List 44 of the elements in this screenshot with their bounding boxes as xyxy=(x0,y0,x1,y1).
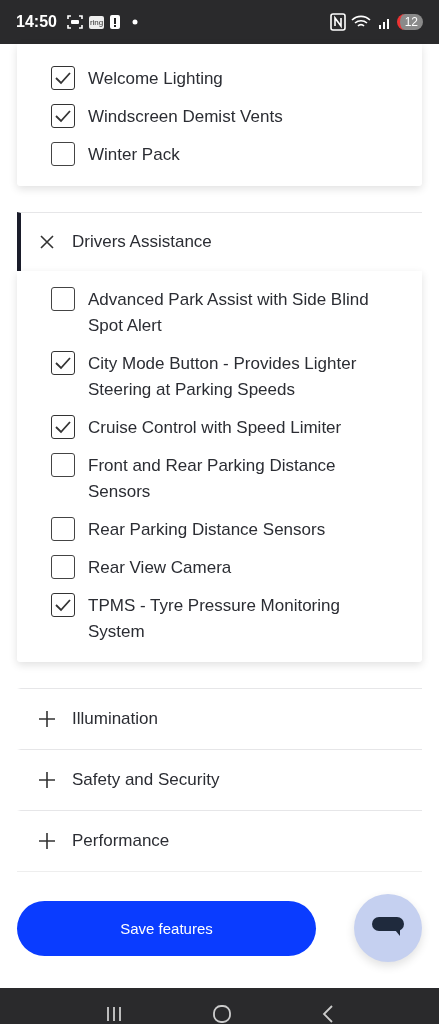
checkmark-icon xyxy=(54,356,72,370)
checkbox[interactable] xyxy=(51,351,75,375)
checkbox[interactable] xyxy=(51,104,75,128)
chat-button[interactable] xyxy=(354,894,422,962)
option-label: Front and Rear Parking Distance Sensors xyxy=(88,455,337,503)
checkmark-icon xyxy=(54,420,72,434)
section-header[interactable]: Illumination xyxy=(17,688,422,749)
section-header[interactable]: Safety and Security xyxy=(17,749,422,810)
option-label: Winter Pack xyxy=(88,144,180,166)
home-icon[interactable] xyxy=(211,1004,232,1024)
nfc-icon xyxy=(329,13,346,31)
battery-alert-icon xyxy=(109,14,122,30)
checkmark-icon xyxy=(54,109,72,123)
option-label: Rear Parking Distance Sensors xyxy=(88,519,326,541)
option-label: Welcome Lighting xyxy=(88,68,223,90)
checkbox[interactable] xyxy=(51,555,75,579)
checkbox[interactable] xyxy=(51,66,75,90)
checkbox[interactable] xyxy=(51,453,75,477)
status-time: 14:50 xyxy=(16,13,57,31)
dot-icon xyxy=(132,19,139,25)
back-icon[interactable] xyxy=(320,1004,335,1024)
checkbox[interactable] xyxy=(51,142,75,166)
section-header[interactable]: Performance xyxy=(17,810,422,871)
save-button[interactable]: Save features xyxy=(17,900,316,956)
option-label: Rear View Camera xyxy=(88,557,232,579)
option-label: TPMS - Tyre Pressure Monitoring System xyxy=(88,595,341,643)
notification-count: 12 xyxy=(396,14,423,30)
plus-icon xyxy=(38,710,56,728)
option-label: Cruise Control with Speed Limiter xyxy=(88,417,342,439)
option-label: City Mode Button - Provides Lighter Steering at Parking Speeds xyxy=(88,353,358,401)
checkbox[interactable] xyxy=(51,287,75,311)
screenshot-icon xyxy=(65,14,84,30)
checkbox[interactable] xyxy=(51,415,75,439)
plus-icon xyxy=(38,771,56,789)
close-icon xyxy=(38,233,56,251)
option-label: Windscreen Demist Vents xyxy=(88,106,283,128)
plus-icon xyxy=(38,832,56,850)
checkbox[interactable] xyxy=(51,593,75,617)
checkbox[interactable] xyxy=(51,517,75,541)
checkmark-icon xyxy=(54,71,72,85)
app-notification-icon: ring xyxy=(88,15,105,29)
option-label: Advanced Park Assist with Side Blind Spot Alert xyxy=(88,289,370,337)
recent-apps-icon[interactable] xyxy=(104,1005,123,1023)
checkmark-icon xyxy=(54,598,72,612)
